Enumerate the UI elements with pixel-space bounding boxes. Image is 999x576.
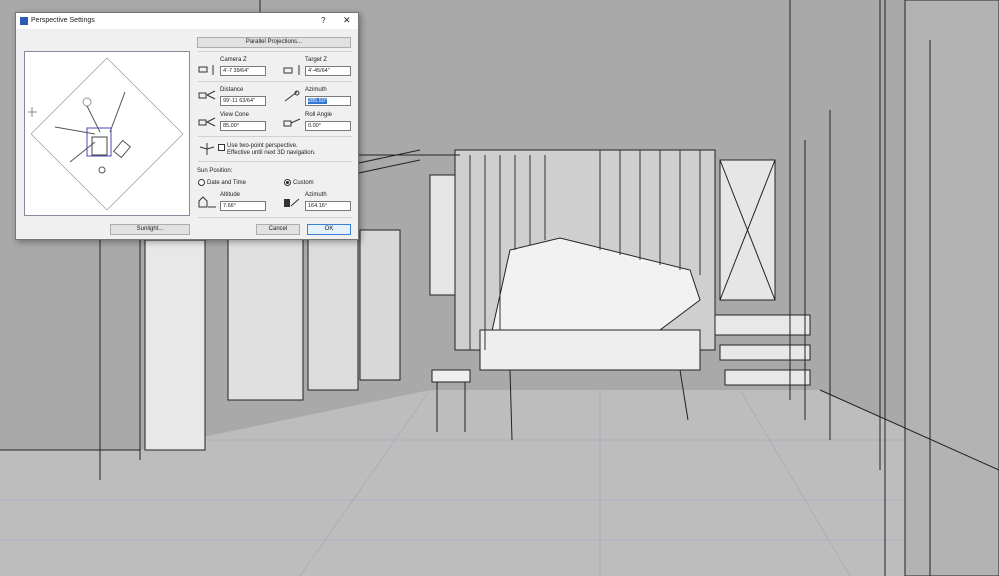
close-button[interactable]: ✕ — [343, 15, 351, 26]
custom-radio[interactable] — [284, 179, 291, 186]
target-z-icon — [283, 65, 300, 75]
date-and-time-radio[interactable] — [198, 179, 205, 186]
azimuth-icon — [284, 90, 300, 102]
sun-azimuth-label: Azimuth — [305, 192, 327, 198]
distance-input[interactable]: 99'-11 63/64" — [220, 96, 266, 106]
sun-position-label: Sun Position: — [197, 168, 233, 174]
date-and-time-label: Date and Time — [207, 180, 247, 186]
camera-z-icon — [198, 65, 214, 75]
app-icon — [20, 17, 28, 25]
roll-angle-icon — [283, 118, 301, 127]
sun-azimuth-icon — [284, 198, 300, 207]
cancel-button[interactable]: Cancel — [256, 224, 300, 235]
azimuth-value: 285.50° — [308, 98, 328, 104]
help-button[interactable]: ? — [321, 16, 325, 25]
azimuth-label: Azimuth — [305, 87, 327, 93]
two-point-perspective-label: Use two-point perspective. — [227, 143, 298, 149]
sun-altitude-label: Altitude — [220, 192, 241, 198]
plan-preview[interactable] — [24, 51, 190, 216]
perspective-settings-dialog: Perspective Settings ? ✕ Parallel Projec… — [15, 12, 359, 240]
view-cone-icon — [198, 117, 216, 127]
dialog-title: Perspective Settings — [31, 17, 95, 24]
parallel-projections-button[interactable]: Parallel Projections... — [197, 37, 351, 48]
plan-preview-drawing — [28, 57, 184, 211]
distance-icon — [198, 90, 216, 100]
roll-angle-label: Roll Angle — [305, 112, 333, 118]
sun-azimuth-input[interactable]: 164.16° — [305, 201, 351, 211]
sun-altitude-input[interactable]: 7.66° — [220, 201, 266, 211]
view-cone-label: View Cone — [220, 112, 249, 118]
sunlight-button[interactable]: Sunlight... — [110, 224, 190, 235]
two-point-perspective-note: Effective until next 3D navigation. — [227, 150, 316, 156]
custom-label: Custom — [293, 180, 314, 186]
camera-z-label: Camera Z — [220, 57, 247, 63]
dialog-title-bar: Perspective Settings ? ✕ — [16, 13, 358, 29]
ok-button[interactable]: OK — [307, 224, 351, 235]
target-z-input[interactable]: 4'-45/64" — [305, 66, 351, 76]
azimuth-input[interactable]: 285.50° — [305, 96, 351, 106]
camera-z-input[interactable]: 4'-7 39/64" — [220, 66, 266, 76]
two-point-perspective-checkbox[interactable] — [218, 144, 225, 151]
view-cone-input[interactable]: 85.00° — [220, 121, 266, 131]
sun-altitude-icon — [198, 196, 216, 208]
target-z-label: Target Z — [305, 57, 328, 63]
two-point-perspective-icon — [199, 143, 215, 155]
roll-angle-input[interactable]: 0.00° — [305, 121, 351, 131]
distance-label: Distance — [220, 87, 244, 93]
